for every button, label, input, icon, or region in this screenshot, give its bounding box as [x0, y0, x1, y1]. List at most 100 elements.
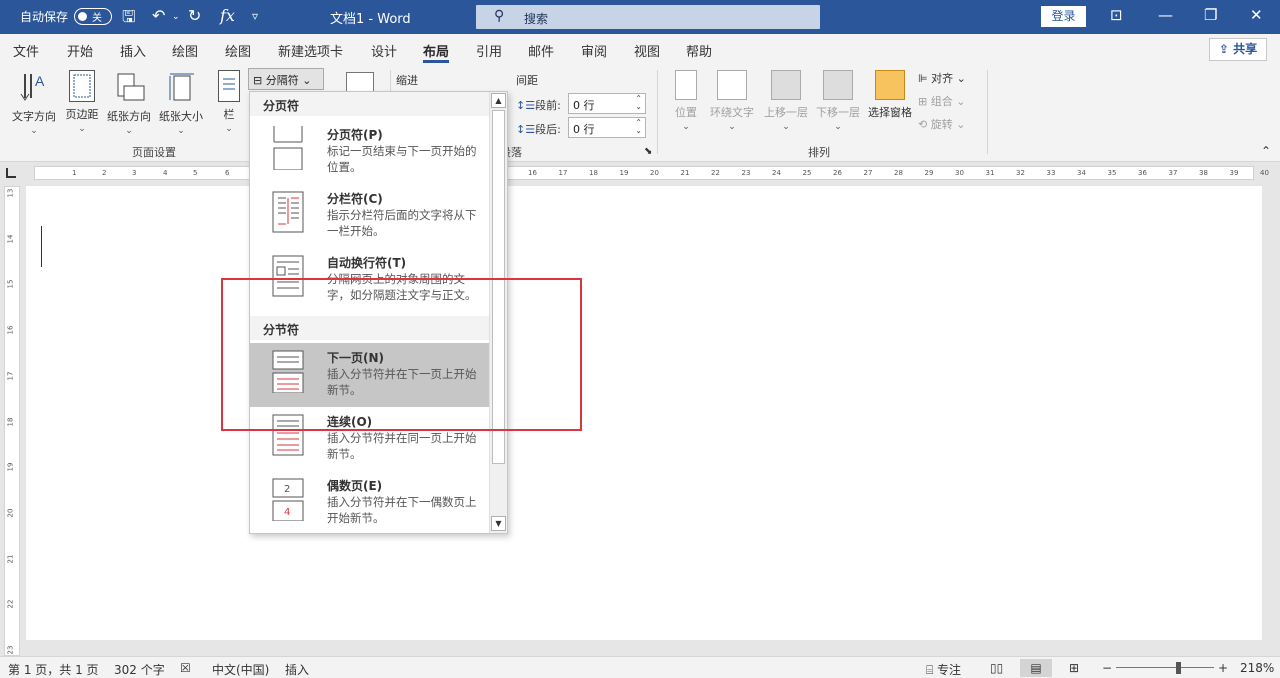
tab-selector-icon[interactable] — [6, 168, 16, 178]
tab-view[interactable]: 视图 — [634, 41, 660, 60]
tab-review[interactable]: 审阅 — [581, 41, 607, 60]
spacing-label: 间距 — [516, 74, 538, 87]
proofing-icon[interactable]: ☒ — [180, 661, 191, 675]
page-size-icon — [164, 70, 198, 104]
next-page-title: 下一页(N) — [327, 351, 385, 365]
align-button[interactable]: ⊫ 对齐 ⌄ — [918, 70, 966, 86]
column-break-icon — [272, 190, 304, 234]
even-page-item[interactable]: 24 偶数页(E) 插入分节符并在下一偶数页上开始新节。 — [250, 471, 490, 533]
read-mode-icon[interactable]: ▯▯ — [990, 661, 1003, 675]
divider — [657, 70, 658, 154]
tab-help[interactable]: 帮助 — [686, 41, 712, 60]
send-backward-button[interactable]: 下移一层 ⌄ — [812, 70, 864, 132]
tab-design[interactable]: 设计 — [371, 41, 397, 60]
ruler-tick-label: 19 — [619, 169, 629, 177]
svg-text:A: A — [35, 73, 45, 89]
fx-icon[interactable]: fx — [220, 6, 235, 25]
size-button[interactable]: 纸张大小 ⌄ — [156, 70, 206, 136]
text-direction-button[interactable]: A 文字方向 ⌄ — [9, 70, 59, 136]
tab-new[interactable]: 新建选项卡 — [278, 41, 343, 60]
scroll-up-icon[interactable]: ▲ — [491, 93, 506, 108]
selection-pane-button[interactable]: 选择窗格 — [865, 70, 915, 120]
ruler-tick-label: 25 — [802, 169, 812, 177]
tab-insert[interactable]: 插入 — [120, 41, 146, 60]
group-button[interactable]: ⊞ 组合 ⌄ — [918, 93, 965, 109]
even-page-title: 偶数页(E) — [327, 479, 383, 493]
chevron-down-icon: ⌄ — [782, 122, 790, 132]
wrap-text-button[interactable]: 环绕文字 ⌄ — [706, 70, 758, 132]
spacing-before-value: 0 行 — [573, 99, 595, 112]
tab-layout[interactable]: 布局 — [423, 41, 450, 63]
bring-forward-button[interactable]: 上移一层 ⌄ — [760, 70, 812, 132]
text-wrapping-break-item[interactable]: 自动换行符(T) 分隔网页上的对象周围的文字，如分隔题注文字与正文。 — [250, 248, 490, 312]
search-box[interactable]: ⚲ 搜索 — [476, 5, 820, 29]
tab-draw[interactable]: 绘图 — [172, 41, 198, 60]
ruler-tick-label: 29 — [924, 169, 934, 177]
tab-home[interactable]: 开始 — [67, 41, 93, 60]
wrap-text-icon — [717, 70, 747, 100]
ruler-tick-label: 40 — [1260, 169, 1269, 177]
page-break-item[interactable]: › 分页符(P) 标记一页结束与下一页开始的位置。 — [250, 120, 490, 184]
ruler-track[interactable]: 1 2 3 4 5 6 16 17 18 19 20 21 22 23 24 25 26 27 28 29 30 31 32… — [34, 166, 1269, 180]
text-direction-icon: A — [17, 70, 51, 104]
web-layout-icon[interactable]: ⊞ — [1069, 661, 1079, 675]
ruler-tick-label: 27 — [863, 169, 873, 177]
tab-file[interactable]: 文件 — [13, 41, 39, 60]
page-info[interactable]: 第 1 页，共 1 页 — [8, 661, 99, 678]
minimize-button[interactable]: — — [1158, 6, 1173, 24]
spin-icon[interactable]: ⌃ ⌄ — [635, 119, 642, 135]
zoom-in-button[interactable]: + — [1218, 661, 1228, 675]
continuous-item[interactable]: 连续(O) 插入分节符并在同一页上开始新节。 — [250, 407, 490, 471]
spin-icon[interactable]: ⌃ ⌄ — [635, 95, 642, 111]
ruler-tick-label: 1 — [72, 169, 77, 177]
rotate-button[interactable]: ⟲ 旋转 ⌄ — [918, 116, 965, 132]
close-button[interactable]: ✕ — [1250, 6, 1263, 24]
scroll-down-icon[interactable]: ▼ — [491, 516, 506, 531]
dropdown-scrollbar[interactable]: ▲ ▼ — [489, 92, 507, 533]
column-break-item[interactable]: 分栏符(C) 指示分栏符后面的文字将从下一栏开始。 — [250, 184, 490, 248]
zoom-level[interactable]: 218% — [1240, 661, 1274, 675]
zoom-out-button[interactable]: − — [1102, 661, 1112, 675]
ruler-tick-label: 21 — [680, 169, 690, 177]
tab-mailings[interactable]: 邮件 — [528, 41, 554, 60]
breaks-button[interactable]: ⊟ 分隔符 ⌄ — [248, 68, 324, 90]
language[interactable]: 中文(中国) — [212, 661, 269, 678]
share-button[interactable]: ⇪ 共享 — [1209, 38, 1267, 61]
spacing-before-field[interactable]: 0 行 ⌃ ⌄ — [568, 93, 646, 114]
orientation-button[interactable]: 纸张方向 ⌄ — [104, 70, 154, 136]
scroll-thumb[interactable] — [492, 110, 505, 464]
zoom-slider-track[interactable] — [1116, 667, 1214, 668]
insert-mode[interactable]: 插入 — [285, 661, 309, 678]
position-button[interactable]: 位置 ⌄ — [670, 70, 702, 132]
chevron-down-icon: ⌄ — [302, 74, 312, 87]
save-icon[interactable]: 🖫 — [122, 6, 136, 33]
columns-button[interactable]: 栏 ⌄ — [214, 70, 244, 134]
focus-button[interactable]: ⌸ 专注 — [926, 661, 961, 678]
print-layout-icon[interactable]: ▤ — [1020, 659, 1052, 677]
collapse-ribbon-icon[interactable]: ⌃ — [1261, 144, 1271, 158]
tab-references[interactable]: 引用 — [476, 41, 502, 60]
document-page[interactable] — [26, 186, 1262, 640]
word-count[interactable]: 302 个字 — [114, 661, 165, 678]
page-setup-group-label: 页面设置 — [132, 146, 176, 159]
redo-icon[interactable]: ↻ — [188, 6, 201, 25]
ribbon-display-icon[interactable]: ⊡ — [1110, 6, 1123, 24]
dialog-launcher-icon[interactable]: ⬊ — [644, 146, 652, 157]
restore-button[interactable]: ❐ — [1204, 6, 1217, 24]
ruler-tick-label: 28 — [894, 169, 903, 177]
tab-draw-2[interactable]: 绘图 — [225, 41, 251, 60]
autosave-label: 自动保存 — [20, 10, 69, 24]
zoom-slider-thumb[interactable] — [1176, 662, 1181, 674]
undo-dropdown-icon[interactable]: ⌄ — [172, 12, 180, 22]
page-break-desc: 标记一页结束与下一页开始的位置。 — [327, 144, 477, 174]
customize-qat-icon[interactable]: ▿ — [252, 9, 258, 23]
login-button[interactable]: 登录 — [1041, 6, 1086, 27]
autosave-toggle[interactable]: 关 — [74, 8, 112, 25]
ruler-tick-label: 4 — [163, 169, 168, 177]
undo-icon[interactable]: ↶ — [152, 6, 165, 25]
margins-button[interactable]: 页边距 ⌄ — [63, 70, 101, 134]
next-page-item[interactable]: 下一页(N) 插入分节符并在下一页上开始新节。 — [250, 343, 490, 407]
chevron-down-icon: ⌄ — [682, 122, 690, 132]
spacing-after-field[interactable]: 0 行 ⌃ ⌄ — [568, 117, 646, 138]
spacing-before-icon: ↕☰ — [516, 99, 536, 112]
